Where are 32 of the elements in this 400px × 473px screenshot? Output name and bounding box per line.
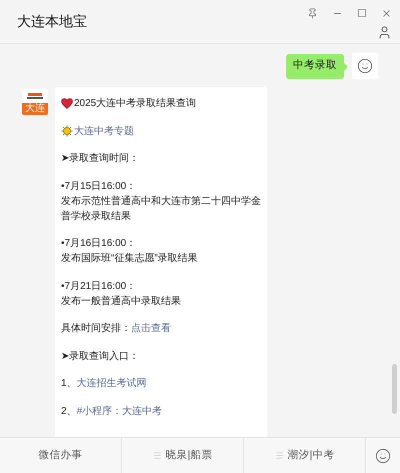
profile-icon[interactable]	[377, 24, 392, 40]
menu-icon	[152, 451, 162, 460]
article-text: 具体时间安排：	[61, 323, 131, 334]
article-text: •7月15日16:00：	[61, 180, 136, 192]
smiley-icon	[375, 448, 391, 464]
close-icon[interactable]	[381, 8, 392, 18]
menu-icon	[274, 451, 284, 460]
heart-icon	[61, 98, 73, 109]
window-title: 大连本地宝	[17, 12, 87, 31]
avatar-label: 大连	[22, 103, 48, 115]
smiley-icon	[357, 58, 373, 74]
maximize-icon[interactable]	[357, 8, 367, 18]
article-text: •7月21日16:00：	[61, 280, 136, 292]
link[interactable]: 大连中考专题	[74, 124, 134, 138]
link[interactable]: #小程序：大连中考	[76, 406, 162, 416]
link[interactable]: 点击查看	[131, 323, 171, 334]
scrollbar[interactable]	[392, 364, 397, 414]
article-text: 发布示范性普通高中和大连市第二十四中学金普学校录取结果	[61, 196, 261, 222]
article-text: ➤录取查询入口：	[61, 350, 139, 362]
article-text: •7月16日16:00：	[61, 238, 136, 249]
sun-icon	[61, 125, 73, 137]
article-text: 2025大连中考录取结果查询	[74, 96, 196, 111]
menu-item[interactable]: 潮汐|中考	[244, 438, 366, 473]
article-text: ➤录取查询时间：	[61, 153, 139, 164]
menu-item[interactable]: 微信办事	[0, 438, 122, 473]
menu-item[interactable]: 晓泉|船票	[122, 438, 244, 473]
article-text: 发布一般普通高中录取结果	[61, 296, 181, 306]
link[interactable]: 大连招生考试网	[76, 378, 147, 389]
article-text: 2、	[61, 406, 77, 416]
article-text: 发布国际班“征集志愿”录取结果	[61, 253, 198, 264]
article-text: 1、	[61, 378, 77, 389]
pin-icon[interactable]	[307, 8, 318, 18]
